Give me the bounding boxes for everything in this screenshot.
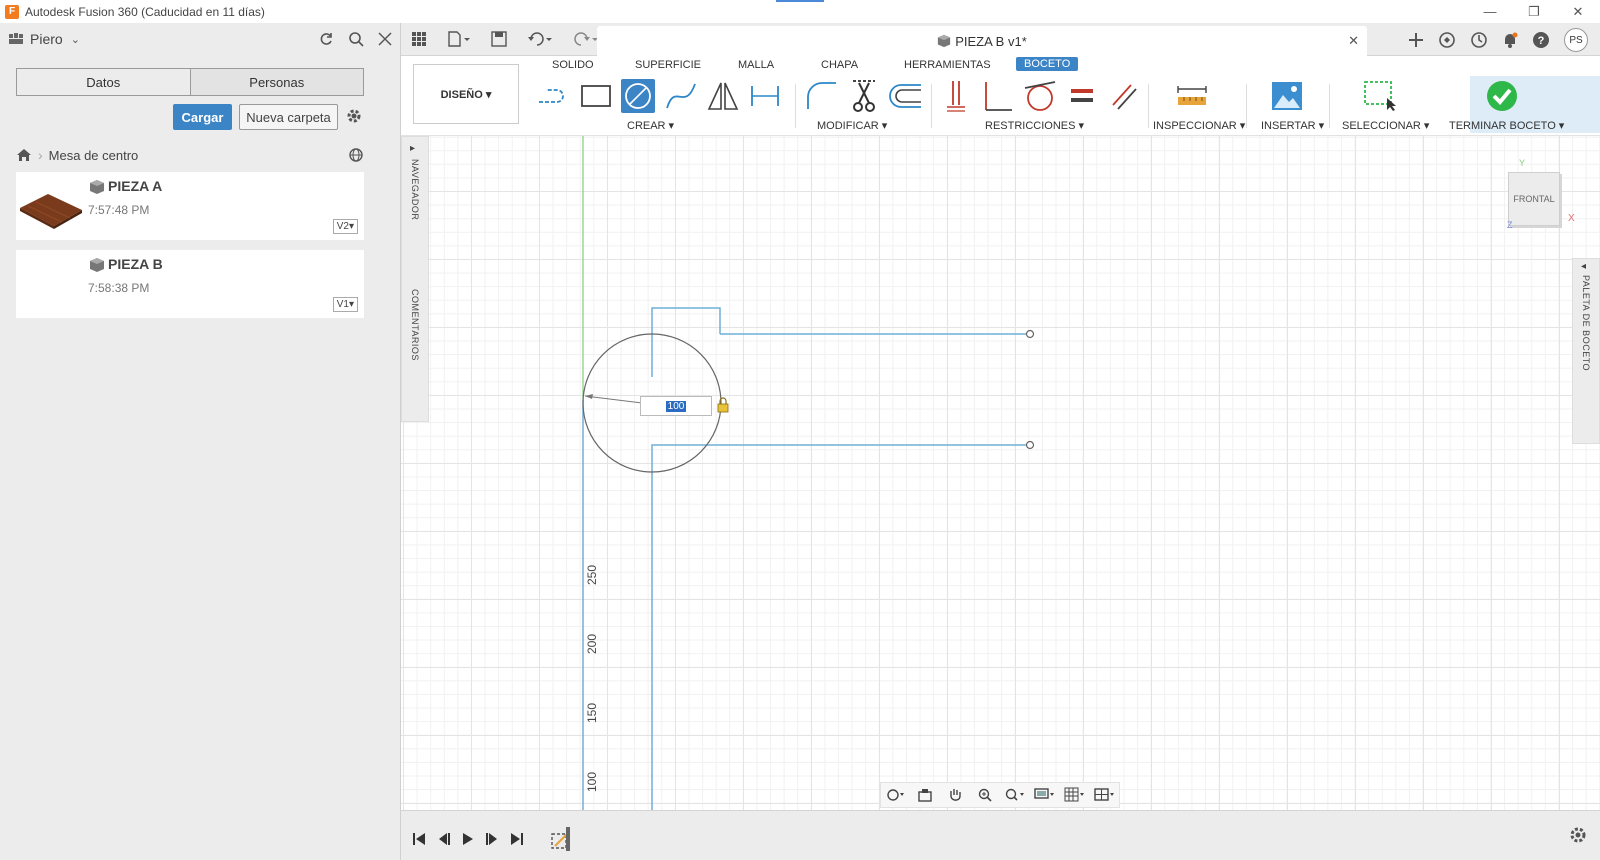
dimension-value[interactable]: 100 bbox=[665, 400, 687, 412]
expand-arrow-icon[interactable]: ▸ bbox=[410, 143, 415, 154]
axis-x-label: X bbox=[1568, 213, 1575, 224]
look-at-icon[interactable] bbox=[913, 785, 937, 805]
line-endpoint bbox=[1025, 440, 1035, 450]
timeline-bar bbox=[401, 810, 1600, 860]
go-to-start-icon[interactable] bbox=[411, 831, 427, 847]
navigator-label[interactable]: NAVEGADOR bbox=[410, 159, 420, 220]
navigation-bar bbox=[880, 782, 1120, 808]
sketch-palette-collapsed[interactable]: ◂ PALETA DE BOCETO bbox=[1572, 258, 1600, 444]
expand-arrow-icon[interactable]: ◂ bbox=[1581, 261, 1586, 272]
display-settings-icon[interactable] bbox=[1033, 785, 1057, 805]
timeline-sketch-feature-icon[interactable] bbox=[549, 826, 575, 852]
fit-zoom-icon[interactable] bbox=[1003, 785, 1027, 805]
timeline-settings-gear-icon[interactable] bbox=[1568, 825, 1588, 845]
sketch-geometry bbox=[582, 136, 1035, 810]
zoom-icon[interactable] bbox=[973, 785, 997, 805]
line-endpoint bbox=[1025, 329, 1035, 339]
axis-y-label: Y bbox=[1519, 158, 1526, 168]
lock-icon bbox=[717, 397, 729, 413]
step-back-icon[interactable] bbox=[437, 831, 451, 847]
browser-side-panel[interactable]: ▸ NAVEGADOR COMENTARIOS bbox=[401, 136, 429, 422]
dimension-arrow bbox=[585, 394, 593, 399]
comments-label[interactable]: COMENTARIOS bbox=[410, 289, 420, 361]
ruler-label: 200 bbox=[585, 633, 599, 654]
viewports-icon[interactable] bbox=[1093, 785, 1117, 805]
orbit-icon[interactable] bbox=[883, 785, 907, 805]
step-forward-icon[interactable] bbox=[485, 831, 499, 847]
profile-lower-line bbox=[651, 444, 720, 810]
play-icon[interactable] bbox=[461, 831, 475, 847]
grid-snap-icon[interactable] bbox=[1063, 785, 1087, 805]
viewcube[interactable]: FRONTAL bbox=[1508, 172, 1560, 226]
ruler-label: 250 bbox=[585, 564, 599, 585]
axis-z-label: Z bbox=[1507, 220, 1513, 230]
ruler-label: 150 bbox=[585, 702, 599, 723]
pan-hand-icon[interactable] bbox=[943, 785, 967, 805]
sketch-palette-label[interactable]: PALETA DE BOCETO bbox=[1581, 275, 1591, 371]
dimension-leader bbox=[584, 395, 643, 404]
go-to-end-icon[interactable] bbox=[509, 831, 525, 847]
viewcube-face-label[interactable]: FRONTAL bbox=[1513, 194, 1554, 204]
dimension-input[interactable]: 100 bbox=[640, 396, 712, 416]
ruler-label: 100 bbox=[585, 771, 599, 792]
